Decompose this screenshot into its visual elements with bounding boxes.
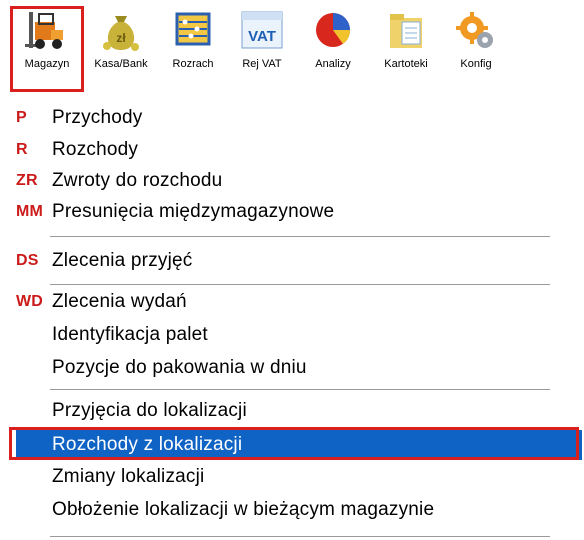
- toolbar-label: Konfig: [460, 58, 492, 70]
- menu-item-label: Presunięcia międzymagazynowe: [52, 201, 335, 222]
- toolbar-label: Magazyn: [24, 58, 70, 70]
- menu-item-label: Zwroty do rozchodu: [52, 170, 223, 191]
- menu-item-zmiany-lokalizacji[interactable]: Zmiany lokalizacji: [10, 462, 574, 492]
- menu-item-label: Zmiany lokalizacji: [52, 466, 205, 487]
- pie-chart-icon: [316, 13, 351, 47]
- menu-separator: [50, 536, 550, 538]
- toolbar-label: Rej VAT: [242, 58, 282, 70]
- toolbar-label: Analizy: [315, 58, 351, 70]
- vat-icon: VAT: [241, 11, 283, 49]
- menu-item-label: Pozycje do pakowania w dniu: [52, 357, 307, 378]
- menu-item-oblozenie-lokalizacji[interactable]: Obłożenie lokalizacji w bieżącym magazyn…: [10, 495, 574, 525]
- toolbar-button-analizy[interactable]: Analizy: [300, 6, 366, 92]
- badge-ds-icon: DS: [16, 252, 39, 269]
- toolbar-button-rej-vat[interactable]: VAT Rej VAT: [230, 6, 294, 92]
- badge-r-icon: R: [16, 141, 28, 158]
- toolbar-label: Kartoteki: [384, 58, 428, 70]
- menu-item-zwroty-do-rozchodu[interactable]: ZR Zwroty do rozchodu: [10, 166, 574, 196]
- toolbar-label: Rozrach: [172, 58, 214, 70]
- menu-item-przyjecia-do-lokalizacji[interactable]: Przyjęcia do lokalizacji: [10, 396, 574, 426]
- menu-item-label: Rozchody z lokalizacji: [52, 434, 243, 455]
- toolbar-button-kartoteki[interactable]: Kartoteki: [370, 6, 442, 92]
- menu-separator: [50, 284, 550, 286]
- money-bag-icon: zł: [103, 16, 139, 51]
- toolbar-button-kasa-bank[interactable]: zł Kasa/Bank: [86, 6, 156, 92]
- menu-item-zlecenia-wydan[interactable]: WD Zlecenia wydań: [10, 287, 574, 317]
- menu-separator: [50, 236, 550, 238]
- toolbar-label: Kasa/Bank: [94, 58, 148, 70]
- magazyn-dropdown-menu: P Przychody R Rozchody ZR Zwroty do rozc…: [0, 100, 584, 540]
- menu-item-label: Obłożenie lokalizacji w bieżącym magazyn…: [52, 499, 435, 520]
- menu-item-rozchody[interactable]: R Rozchody: [10, 135, 574, 165]
- badge-wd-icon: WD: [16, 293, 44, 310]
- svg-text:zł: zł: [116, 31, 126, 45]
- menu-item-przychody[interactable]: P Przychody: [10, 103, 574, 133]
- menu-item-pozycje-do-pakowania[interactable]: Pozycje do pakowania w dniu: [10, 353, 574, 383]
- menu-item-label: Zlecenia wydań: [52, 291, 187, 312]
- menu-item-label: Zlecenia przyjęć: [52, 250, 193, 271]
- menu-item-rozchody-z-lokalizacji[interactable]: Rozchody z lokalizacji: [16, 430, 582, 460]
- menu-item-zlecenia-przyjec[interactable]: DS Zlecenia przyjęć: [10, 246, 574, 276]
- menu-item-label: Przychody: [52, 107, 143, 128]
- menu-item-label: Przyjęcia do lokalizacji: [52, 400, 247, 421]
- badge-zr-icon: ZR: [16, 172, 38, 189]
- menu-item-label: Identyfikacja palet: [52, 324, 208, 345]
- toolbar-button-konfig[interactable]: Konfig: [446, 6, 506, 92]
- abacus-icon: [175, 12, 211, 46]
- badge-mm-icon: MM: [16, 203, 44, 220]
- gears-icon: [456, 12, 493, 48]
- menu-separator: [50, 389, 550, 391]
- toolbar-button-magazyn[interactable]: Magazyn: [10, 6, 84, 92]
- menu-item-label: Rozchody: [52, 139, 139, 160]
- forklift-icon: [25, 12, 63, 49]
- vat-text: VAT: [248, 28, 276, 45]
- folder-icon: [390, 14, 422, 48]
- toolbar-button-rozrach[interactable]: Rozrach: [160, 6, 226, 92]
- badge-p-icon: P: [16, 109, 27, 126]
- main-toolbar: Magazyn zł Kasa/Bank Rozrach VAT Rej VAT…: [0, 0, 584, 100]
- menu-item-identyfikacja-palet[interactable]: Identyfikacja palet: [10, 320, 574, 350]
- menu-item-przesuniecia-miedzymagazynowe[interactable]: MM Presunięcia międzymagazynowe: [10, 197, 574, 227]
